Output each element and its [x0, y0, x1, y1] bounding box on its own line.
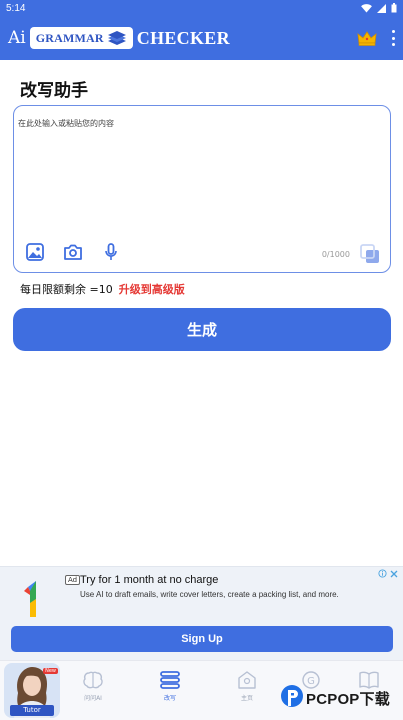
crown-icon[interactable]: [357, 30, 377, 46]
nav-item-ask-ai[interactable]: 问问AI: [70, 670, 116, 702]
ad-close-icon[interactable]: [389, 569, 399, 579]
camera-button[interactable]: [62, 241, 84, 263]
ad-badge: Ad: [65, 575, 81, 585]
page-title: 改写助手: [20, 81, 88, 101]
wifi-icon: [361, 3, 372, 13]
brain-icon: [83, 671, 103, 689]
ad-title: Try for 1 month at no charge: [80, 574, 219, 586]
logo-grammar-text: GRAMMAR: [35, 30, 104, 45]
text-editor: 0/1000: [13, 105, 391, 273]
status-bar: 5:14: [0, 0, 403, 16]
more-menu-icon[interactable]: [391, 30, 395, 46]
quota-text: 每日限额剩余 =10: [20, 283, 113, 296]
logo-checker-text: CHECKER: [136, 27, 230, 48]
nav-label: 主页: [240, 695, 253, 702]
pcpop-logo-icon: [281, 685, 303, 707]
nav-item-rewrite[interactable]: 改写: [147, 670, 193, 702]
image-icon: [26, 243, 44, 261]
ad-description: Use AI to draft emails, write cover lett…: [80, 590, 339, 599]
editor-toolbar: [24, 241, 122, 263]
voice-input-button[interactable]: [100, 241, 122, 263]
app-logo: Ai GRAMMAR CHECKER: [8, 27, 230, 49]
status-icons: [361, 3, 397, 13]
watermark-text: PCPOP下载: [306, 690, 390, 708]
rewrite-icon: [160, 671, 180, 689]
nav-label: 改写: [163, 695, 176, 702]
tutor-shortcut[interactable]: New Tutor: [4, 663, 60, 718]
ad-banner: Ad Try for 1 month at no charge Use AI t…: [0, 566, 403, 660]
logo-grammar-pill: GRAMMAR: [29, 27, 133, 49]
copy-icon[interactable]: [359, 243, 381, 265]
camera-icon: [64, 244, 82, 260]
books-icon: [107, 31, 126, 45]
nav-label: 问问AI: [84, 695, 102, 702]
microphone-icon: [105, 243, 117, 260]
nav-item-home[interactable]: 主页: [224, 670, 270, 702]
generate-button[interactable]: 生成: [13, 308, 391, 351]
status-time: 5:14: [6, 2, 26, 14]
ad-info-icon[interactable]: [378, 569, 387, 578]
google-one-logo-icon: [24, 581, 36, 617]
logo-ai-text: Ai: [8, 28, 26, 48]
character-count: 0/1000: [321, 250, 350, 259]
pcpop-watermark: PCPOP下载: [280, 684, 390, 712]
signal-icon: [377, 3, 386, 13]
content-input[interactable]: [18, 118, 386, 238]
upgrade-link[interactable]: 升级到高级版: [119, 281, 185, 297]
ad-signup-button[interactable]: Sign Up: [11, 626, 393, 652]
home-icon: [238, 671, 256, 689]
tutor-label: Tutor: [10, 705, 54, 716]
daily-quota: 每日限额剩余 =10 升级到高级版: [20, 281, 185, 297]
image-upload-button[interactable]: [24, 241, 46, 263]
battery-icon: [391, 3, 397, 13]
app-header: Ai GRAMMAR CHECKER: [0, 16, 403, 60]
tutor-new-badge: New: [43, 668, 58, 674]
